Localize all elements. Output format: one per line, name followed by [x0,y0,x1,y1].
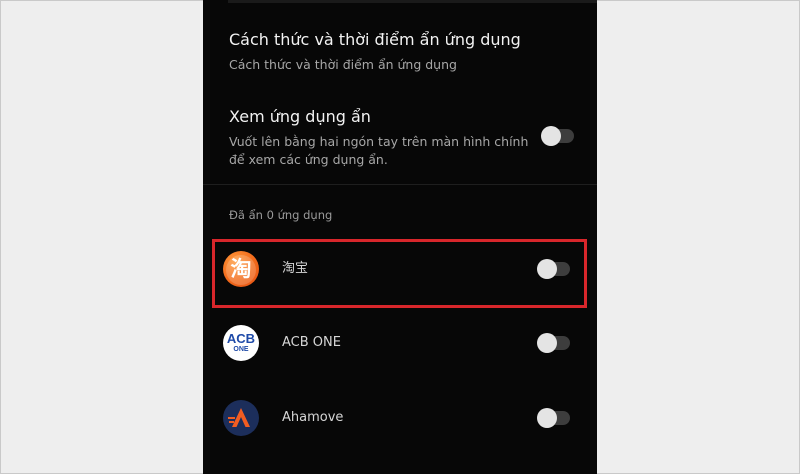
acb-one-hide-toggle[interactable] [537,333,570,353]
acb-icon-text-bottom: ONE [233,346,249,353]
view-hidden-apps-toggle[interactable] [541,126,574,146]
setting-how-when-title: Cách thức và thời điểm ẩn ứng dụng [229,30,521,49]
ahamove-hide-toggle[interactable] [537,408,570,428]
toggle-knob [541,126,561,146]
ahamove-icon [223,400,259,436]
section-divider [203,184,597,185]
phone-screen: Cách thức và thời điểm ẩn ứng dụng Cách … [203,0,597,474]
app-row-acb-one[interactable]: ACB ONE ACB ONE [203,313,597,373]
setting-how-when-hide[interactable]: Cách thức và thời điểm ẩn ứng dụng Cách … [229,30,577,74]
app-name-ahamove: Ahamove [282,410,344,425]
previous-item-edge [228,0,597,3]
toggle-knob [537,408,557,428]
setting-view-hidden-apps[interactable]: Xem ứng dụng ẩn Vuốt lên bằng hai ngón t… [229,107,577,169]
hidden-apps-count-label: Đã ẩn 0 ứng dụng [229,208,333,222]
acb-icon-text-top: ACB [226,331,256,346]
toggle-knob [537,333,557,353]
setting-view-hidden-title: Xem ứng dụng ẩn [229,107,371,126]
acb-one-icon: ACB ONE [223,325,259,361]
setting-how-when-subtitle: Cách thức và thời điểm ẩn ứng dụng [229,57,457,72]
highlight-box [212,239,587,308]
setting-view-hidden-description: Vuốt lên bằng hai ngón tay trên màn hình… [229,134,529,167]
app-row-ahamove[interactable]: Ahamove [203,388,597,448]
app-name-acb-one: ACB ONE [282,335,341,350]
ahamove-logo-mark [228,408,250,427]
